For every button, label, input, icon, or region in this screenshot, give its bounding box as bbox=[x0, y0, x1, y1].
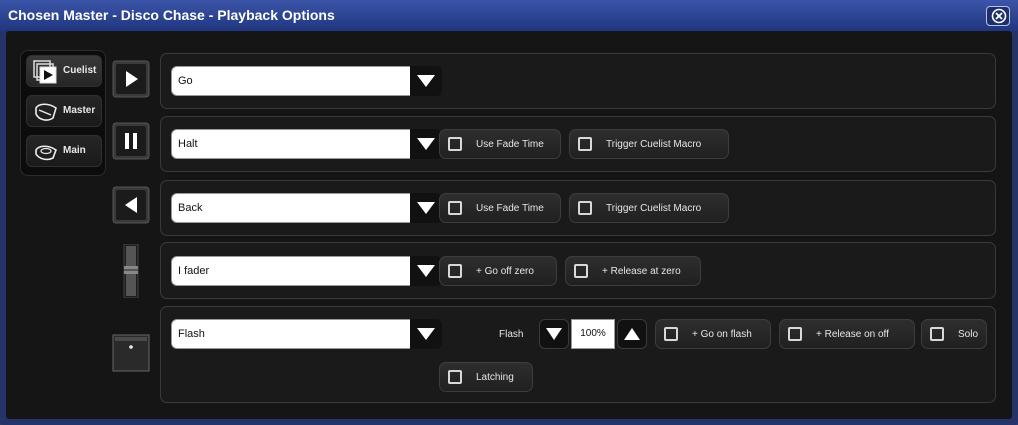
fader-row: I fader + Go off zero + Release at zero bbox=[160, 242, 996, 299]
content-area: Cuelist Master Main Go Halt Use Fade Tim… bbox=[6, 31, 1012, 419]
dropdown-value: Back bbox=[178, 202, 203, 214]
close-icon bbox=[991, 8, 1007, 24]
dropdown-value: Go bbox=[178, 75, 193, 87]
dropdown-arrow[interactable] bbox=[410, 129, 442, 159]
flash-level-value[interactable]: 100% bbox=[571, 319, 615, 349]
checkbox-label: Use Fade Time bbox=[476, 139, 544, 150]
chevron-down-icon bbox=[417, 202, 435, 214]
checkbox-box bbox=[448, 370, 462, 384]
dropdown-arrow[interactable] bbox=[410, 66, 442, 96]
dropdown-value: Halt bbox=[178, 138, 198, 150]
mode-tab-label: Main bbox=[63, 145, 86, 156]
chevron-down-icon bbox=[417, 138, 435, 150]
checkbox-box bbox=[788, 327, 802, 341]
go-off-zero-checkbox[interactable]: + Go off zero bbox=[439, 256, 557, 286]
fader-icon bbox=[123, 244, 139, 298]
master-icon bbox=[35, 103, 57, 121]
halt-row: Halt Use Fade Time Trigger Cuelist Macro bbox=[160, 116, 996, 172]
checkbox-label: Latching bbox=[476, 372, 514, 383]
flash-button-icon bbox=[112, 334, 150, 372]
chevron-down-icon bbox=[417, 328, 435, 340]
pause-icon bbox=[112, 122, 150, 160]
checkbox-box bbox=[664, 327, 678, 341]
back-trigger-macro-checkbox[interactable]: Trigger Cuelist Macro bbox=[569, 193, 729, 223]
playback-options-window: Chosen Master - Disco Chase - Playback O… bbox=[0, 0, 1018, 425]
checkbox-label: Trigger Cuelist Macro bbox=[606, 203, 702, 214]
fader-action-dropdown[interactable]: I fader bbox=[171, 256, 442, 286]
window-title: Chosen Master - Disco Chase - Playback O… bbox=[8, 7, 335, 23]
flash-row: Flash Flash 100% + Go on flash + Release… bbox=[160, 306, 996, 403]
checkbox-label: + Go on flash bbox=[692, 329, 752, 340]
close-button[interactable] bbox=[986, 6, 1010, 26]
checkbox-box bbox=[930, 327, 944, 341]
mode-tab-label: Master bbox=[63, 105, 96, 116]
checkbox-box bbox=[448, 201, 462, 215]
triangle-up-icon bbox=[624, 328, 640, 340]
checkbox-label: Use Fade Time bbox=[476, 203, 544, 214]
release-on-off-checkbox[interactable]: + Release on off bbox=[779, 319, 915, 349]
title-bar: Chosen Master - Disco Chase - Playback O… bbox=[0, 0, 1018, 31]
halt-action-dropdown[interactable]: Halt bbox=[171, 129, 442, 159]
mode-tab-cuelist[interactable]: Cuelist bbox=[26, 55, 102, 87]
back-use-fade-time-checkbox[interactable]: Use Fade Time bbox=[439, 193, 561, 223]
go-row: Go bbox=[160, 53, 996, 109]
go-on-flash-checkbox[interactable]: + Go on flash bbox=[655, 319, 771, 349]
back-action-dropdown[interactable]: Back bbox=[171, 193, 442, 223]
solo-checkbox[interactable]: Solo bbox=[921, 319, 987, 349]
main-icon bbox=[35, 145, 57, 161]
chevron-down-icon bbox=[417, 75, 435, 87]
dropdown-arrow[interactable] bbox=[410, 256, 442, 286]
cuelist-icon bbox=[33, 60, 57, 84]
back-row: Back Use Fade Time Trigger Cuelist Macro bbox=[160, 180, 996, 236]
back-icon bbox=[112, 186, 150, 224]
checkbox-label: + Release at zero bbox=[602, 266, 681, 277]
checkbox-box bbox=[448, 264, 462, 278]
checkbox-box bbox=[448, 137, 462, 151]
dropdown-arrow[interactable] bbox=[410, 193, 442, 223]
flash-level-decrease-button[interactable] bbox=[539, 319, 569, 349]
checkbox-label: + Release on off bbox=[816, 329, 889, 340]
go-action-dropdown[interactable]: Go bbox=[171, 66, 442, 96]
checkbox-label: + Go off zero bbox=[476, 266, 534, 277]
flash-level-increase-button[interactable] bbox=[617, 319, 647, 349]
dropdown-value: Flash bbox=[178, 328, 205, 340]
triangle-down-icon bbox=[546, 328, 562, 340]
halt-trigger-macro-checkbox[interactable]: Trigger Cuelist Macro bbox=[569, 129, 729, 159]
chevron-down-icon bbox=[417, 265, 435, 277]
play-icon bbox=[112, 60, 150, 98]
dropdown-value: I fader bbox=[178, 265, 210, 277]
mode-selector: Cuelist Master Main bbox=[20, 50, 106, 176]
checkbox-box bbox=[578, 201, 592, 215]
halt-use-fade-time-checkbox[interactable]: Use Fade Time bbox=[439, 129, 561, 159]
checkbox-box bbox=[574, 264, 588, 278]
flash-level-label: Flash bbox=[499, 329, 524, 340]
latching-checkbox[interactable]: Latching bbox=[439, 362, 533, 392]
mode-tab-master[interactable]: Master bbox=[26, 95, 102, 127]
checkbox-box bbox=[578, 137, 592, 151]
checkbox-label: Trigger Cuelist Macro bbox=[606, 139, 702, 150]
mode-tab-label: Cuelist bbox=[63, 65, 97, 76]
release-at-zero-checkbox[interactable]: + Release at zero bbox=[565, 256, 701, 286]
mode-tab-main[interactable]: Main bbox=[26, 135, 102, 167]
checkbox-label: Solo bbox=[958, 329, 979, 340]
flash-action-dropdown[interactable]: Flash bbox=[171, 319, 442, 349]
dropdown-arrow[interactable] bbox=[410, 319, 442, 349]
